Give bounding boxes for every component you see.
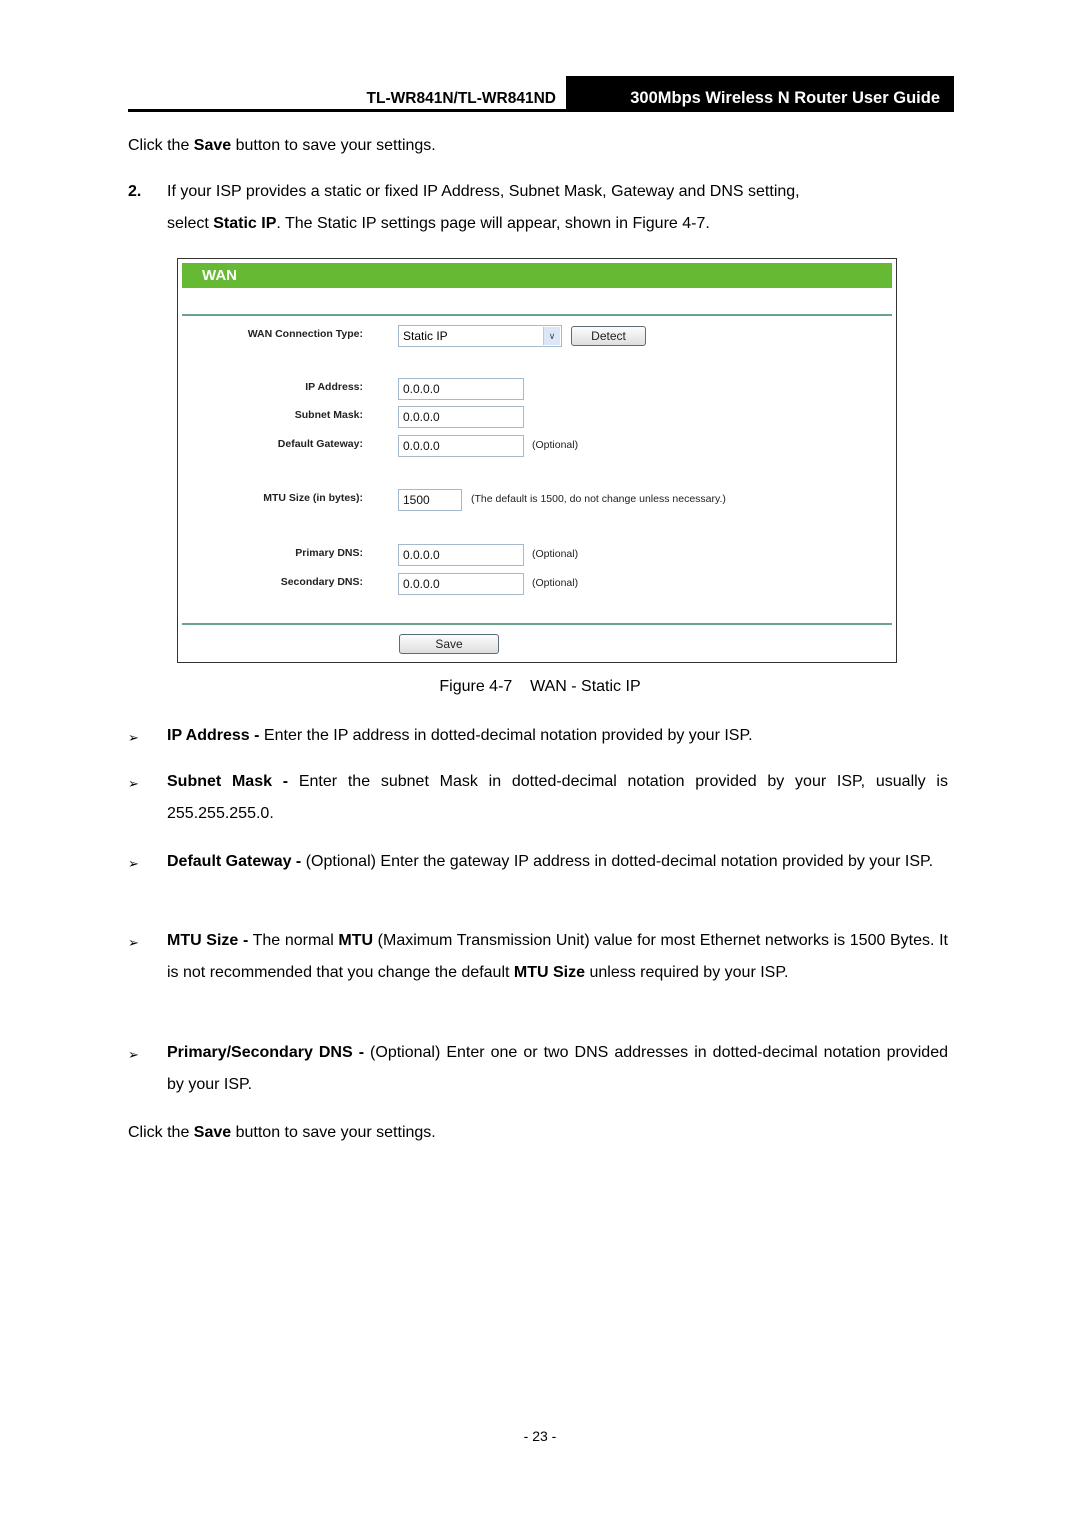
primary-dns-input[interactable]: 0.0.0.0 <box>398 544 524 566</box>
divider <box>182 314 892 316</box>
bold-text: Save <box>193 137 232 154</box>
bold-text: Primary/Secondary DNS - <box>167 1044 365 1061</box>
page-number: - 23 - <box>523 1428 557 1444</box>
outro-save-line: Click the Save button to save your setti… <box>128 1117 436 1149</box>
wan-connection-type-label: WAN Connection Type: <box>247 328 363 340</box>
wan-connection-type-select[interactable]: Static IP ∨ <box>398 325 562 347</box>
bullet-ip-address: IP Address - Enter the IP address in dot… <box>167 720 948 752</box>
text: The normal <box>248 932 339 949</box>
bullet-icon: ➢ <box>128 730 139 745</box>
text: select <box>167 215 214 232</box>
save-button[interactable]: Save <box>399 634 499 654</box>
text: button to save your settings. <box>231 137 436 154</box>
mtu-size-input[interactable]: 1500 <box>398 489 462 511</box>
bullet-icon: ➢ <box>128 935 139 950</box>
bullet-icon: ➢ <box>128 776 139 791</box>
bold-text: Subnet Mask - <box>167 773 289 790</box>
bullet-mtu-size: MTU Size - The normal MTU (Maximum Trans… <box>167 925 948 989</box>
primary-dns-note: (Optional) <box>532 548 579 560</box>
text: If your ISP provides a static or fixed I… <box>167 183 800 200</box>
wan-title: WAN <box>202 267 237 284</box>
text: button to save your settings. <box>231 1124 436 1141</box>
primary-dns-label: Primary DNS: <box>295 547 363 559</box>
bold-text: Default Gateway - <box>167 853 302 870</box>
bold-text: MTU Size <box>513 964 586 981</box>
ip-address-input[interactable]: 0.0.0.0 <box>398 378 524 400</box>
header-rule <box>128 109 954 112</box>
bold-text: MTU Size - <box>167 932 249 949</box>
wan-title-bar: WAN <box>182 263 892 288</box>
bold-text: IP Address - <box>167 727 260 744</box>
default-gateway-label: Default Gateway: <box>277 438 363 450</box>
default-gateway-note: (Optional) <box>532 439 579 451</box>
wan-static-ip-figure: WAN WAN Connection Type: Static IP ∨ Det… <box>177 258 897 663</box>
mtu-size-note: (The default is 1500, do not change unle… <box>471 493 726 505</box>
bold-text: MTU <box>338 932 374 949</box>
header-model: TL-WR841N/TL-WR841ND <box>366 90 556 107</box>
bullet-subnet-mask: Subnet Mask - Enter the subnet Mask in d… <box>167 766 948 830</box>
text: Enter the IP address in dotted-decimal n… <box>259 727 753 744</box>
default-gateway-input[interactable]: 0.0.0.0 <box>398 435 524 457</box>
figure-caption: Figure 4-7 WAN - Static IP <box>439 678 641 695</box>
text: Click the <box>128 137 194 154</box>
mtu-size-label: MTU Size (in bytes): <box>263 492 363 504</box>
text: unless required by your ISP. <box>585 964 789 981</box>
intro-save-line: Click the Save button to save your setti… <box>128 130 436 162</box>
detect-button[interactable]: Detect <box>571 326 646 346</box>
selected-value: Static IP <box>403 329 448 343</box>
bold-text: Save <box>193 1124 232 1141</box>
ip-address-label: IP Address: <box>305 381 363 393</box>
subnet-mask-input[interactable]: 0.0.0.0 <box>398 406 524 428</box>
bold-text: Static IP <box>213 215 277 232</box>
step2-text: If your ISP provides a static or fixed I… <box>167 176 947 240</box>
text: . The Static IP settings page will appea… <box>276 215 710 232</box>
subnet-mask-label: Subnet Mask: <box>294 409 363 421</box>
divider <box>182 623 892 625</box>
bullet-dns: Primary/Secondary DNS - (Optional) Enter… <box>167 1037 948 1101</box>
step-number: 2. <box>128 183 142 200</box>
secondary-dns-input[interactable]: 0.0.0.0 <box>398 573 524 595</box>
chevron-down-icon[interactable]: ∨ <box>543 327 560 345</box>
text: Click the <box>128 1124 194 1141</box>
bullet-default-gateway: Default Gateway - (Optional) Enter the g… <box>167 846 948 878</box>
bullet-icon: ➢ <box>128 856 139 871</box>
page-header: TL-WR841N/TL-WR841ND 300Mbps Wireless N … <box>128 76 954 112</box>
secondary-dns-label: Secondary DNS: <box>280 576 363 588</box>
bullet-icon: ➢ <box>128 1047 139 1062</box>
header-guide-title: 300Mbps Wireless N Router User Guide <box>566 76 954 112</box>
secondary-dns-note: (Optional) <box>532 577 579 589</box>
text: (Optional) Enter the gateway IP address … <box>301 853 934 870</box>
